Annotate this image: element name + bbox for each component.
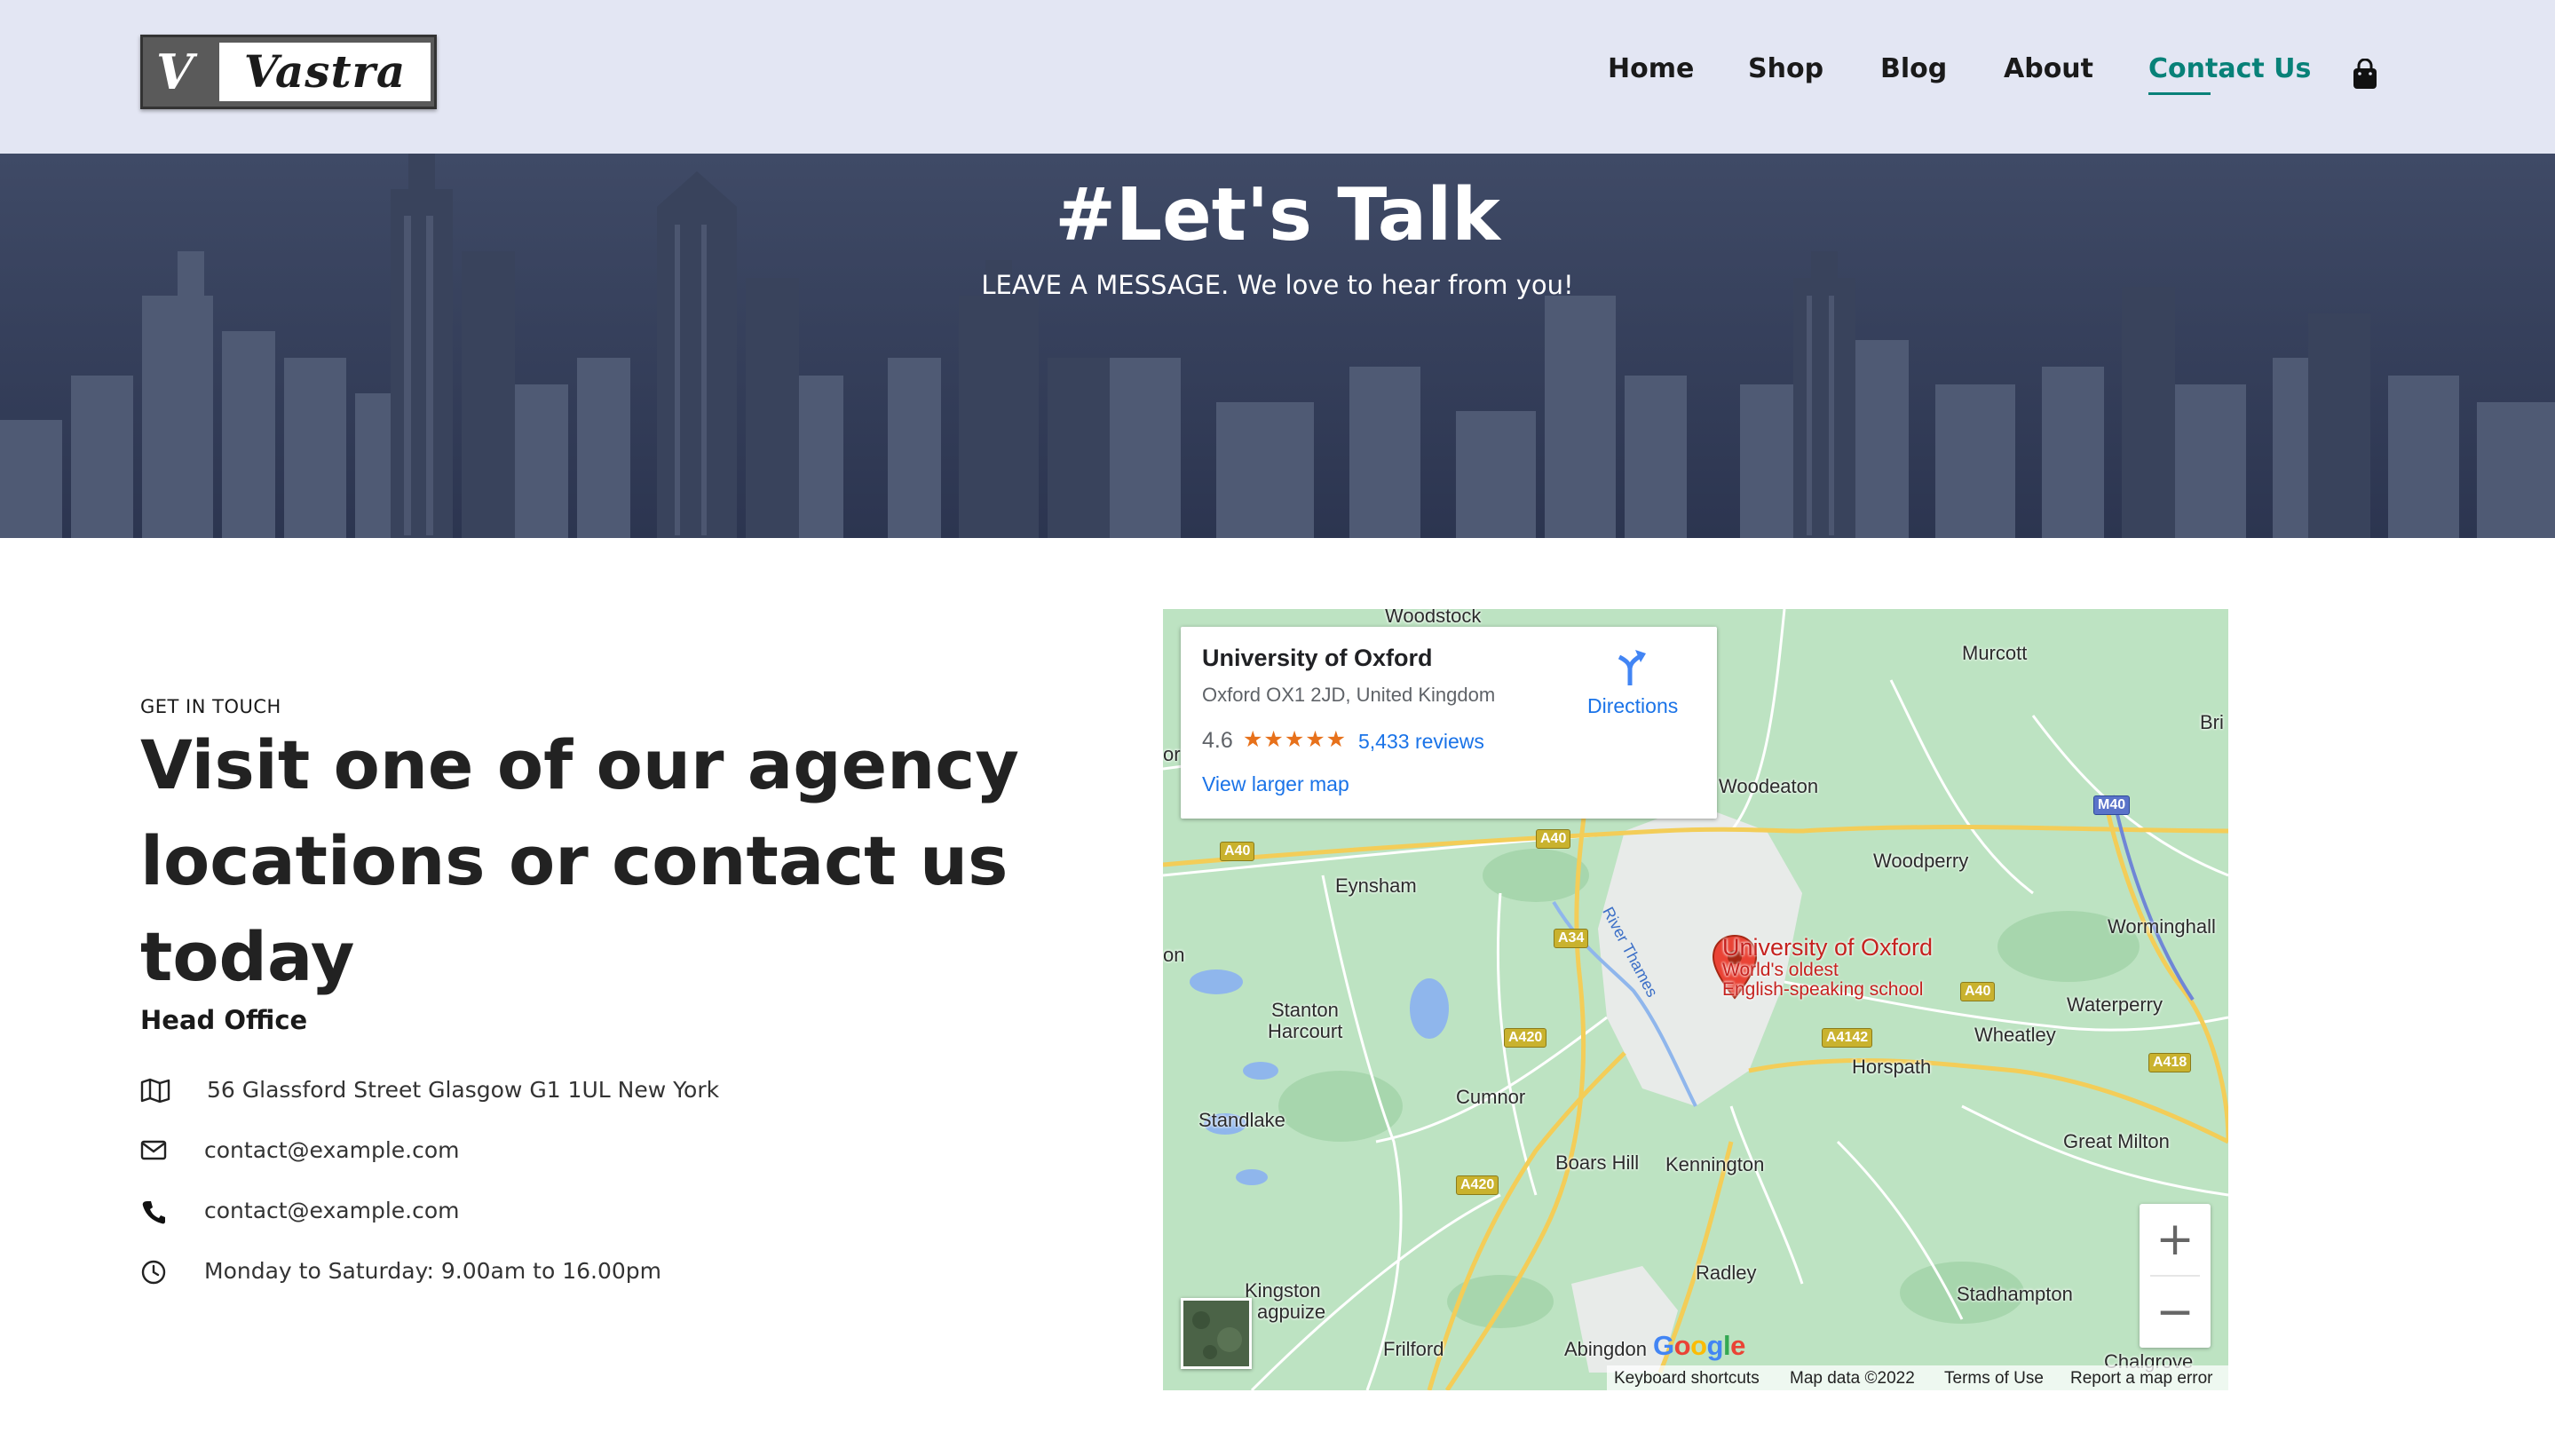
detail-address-text: 56 Glassford Street Glasgow G1 1UL New Y… [207, 1077, 720, 1103]
road-shield: A40 [1960, 982, 1996, 1001]
map-place-label: Murcott [1962, 642, 2028, 664]
terms-link[interactable]: Terms of Use [1944, 1369, 2044, 1389]
nav-shop[interactable]: Shop [1748, 53, 1823, 84]
map-place-label: Kingston [1245, 1279, 1321, 1302]
road-shield: A418 [2148, 1053, 2192, 1072]
place-title: University of Oxford [1202, 645, 1433, 671]
nav-blog[interactable]: Blog [1880, 53, 1947, 84]
map-place-label: agpuize [1257, 1301, 1326, 1323]
logo-mark: V [156, 44, 194, 100]
map-info-card: University of Oxford Oxford OX1 2JD, Uni… [1181, 627, 1717, 819]
logo[interactable]: V Vastra [140, 35, 437, 109]
road-shield: A40 [1220, 842, 1255, 861]
pin-label[interactable]: University of Oxford World's oldest Engl… [1722, 934, 1933, 1000]
map-place-label: Radley [1696, 1262, 1757, 1284]
road-shield: A34 [1554, 929, 1589, 948]
reviews-link[interactable]: 5,433 reviews [1358, 730, 1484, 754]
map-icon [140, 1078, 170, 1103]
directions-icon[interactable] [1612, 646, 1648, 685]
nav-home[interactable]: Home [1608, 53, 1694, 84]
headline-line: Visit one of our agency [140, 725, 1019, 804]
shopping-bag-icon[interactable] [2351, 59, 2379, 91]
road-shield: A40 [1536, 829, 1571, 849]
hero-title: #Let's Talk [1055, 173, 1500, 257]
report-error-link[interactable]: Report a map error [2070, 1369, 2213, 1389]
map-place-label: Stadhampton [1957, 1283, 2073, 1305]
map-place-label: Cumnor [1456, 1086, 1526, 1108]
office-title: Head Office [140, 1005, 308, 1035]
place-rating: 4.6 [1202, 728, 1233, 753]
section-eyebrow: GET IN TOUCH [140, 696, 281, 717]
map-place-label: Eynsham [1335, 874, 1417, 897]
road-shield: A420 [1456, 1175, 1499, 1195]
phone-icon [142, 1201, 165, 1224]
map-place-label: Great Milton [2063, 1130, 2170, 1152]
pin-label-line: World's oldest [1722, 960, 1839, 980]
map-place-label: Horspath [1852, 1056, 1932, 1078]
map-place-label: Woodeaton [1719, 775, 1819, 797]
road-shield: A420 [1504, 1028, 1547, 1048]
headline-line: today [140, 917, 355, 996]
nav-about[interactable]: About [2004, 53, 2093, 84]
nav-active-underline [2148, 92, 2211, 95]
embedded-map[interactable]: Woodstock Murcott Bri Woodeaton Woodperr… [1163, 609, 2228, 1390]
map-place-label: or [1163, 743, 1181, 765]
map-place-label: Stanton [1271, 999, 1339, 1021]
road-shield: A4142 [1822, 1028, 1873, 1048]
zoom-out-button[interactable]: − [2140, 1277, 2211, 1348]
map-place-label: Kennington [1665, 1153, 1765, 1175]
envelope-icon [140, 1140, 167, 1160]
pin-label-name: University of Oxford [1722, 934, 1934, 961]
satellite-thumbnail-icon [1183, 1301, 1249, 1366]
view-larger-map-link[interactable]: View larger map [1202, 772, 1349, 796]
site-header: V Vastra Home Shop Blog About Contact Us [0, 0, 2555, 154]
place-address: Oxford OX1 2JD, United Kingdom [1202, 684, 1496, 706]
map-place-label: on [1163, 944, 1185, 966]
keyboard-shortcuts-link[interactable]: Keyboard shortcuts [1614, 1369, 1760, 1389]
detail-email-text[interactable]: contact@example.com [204, 1135, 460, 1167]
rating-stars-icon: ★★★★★ [1243, 727, 1348, 752]
road-shield: M40 [2093, 795, 2131, 815]
map-data-text: Map data ©2022 [1790, 1369, 1915, 1388]
satellite-toggle[interactable] [1181, 1298, 1252, 1369]
map-place-label: Worminghall [2108, 915, 2216, 938]
map-place-label: Waterperry [2067, 993, 2163, 1016]
map-place-label: Bri [2200, 711, 2224, 733]
map-place-label: Harcourt [1268, 1020, 1343, 1042]
google-logo: Google [1653, 1330, 1745, 1361]
map-attribution-bar: Keyboard shortcuts Map data ©2022 Terms … [1607, 1365, 2228, 1390]
section-headline: Visit one of our agency locations or con… [140, 717, 1046, 1005]
map-place-label: Woodperry [1873, 850, 1969, 872]
map-place-label: Boars Hill [1555, 1151, 1640, 1174]
directions-link[interactable]: Directions [1587, 694, 1678, 718]
detail-hours-text: Monday to Saturday: 9.00am to 16.00pm [204, 1258, 662, 1284]
map-place-label: Standlake [1198, 1109, 1285, 1131]
map-place-label: Frilford [1383, 1338, 1444, 1360]
nav-contact-us[interactable]: Contact Us [2148, 53, 2311, 84]
map-place-label: Abingdon [1564, 1338, 1647, 1360]
detail-phone-text[interactable]: contact@example.com [204, 1195, 460, 1227]
zoom-in-button[interactable]: + [2140, 1204, 2211, 1275]
map-place-label: Woodstock [1385, 609, 1482, 627]
clock-icon [141, 1260, 166, 1285]
headline-line: locations or contact us [140, 821, 1009, 900]
zoom-controls: + − [2140, 1204, 2211, 1348]
logo-wordmark: Vastra [219, 43, 431, 101]
map-place-label: Wheatley [1974, 1024, 2056, 1046]
hero-banner: #Let's Talk LEAVE A MESSAGE. We love to … [0, 154, 2555, 538]
pin-label-line: English-speaking school [1722, 979, 1924, 1000]
hero-subtitle: LEAVE A MESSAGE. We love to hear from yo… [981, 270, 1574, 300]
